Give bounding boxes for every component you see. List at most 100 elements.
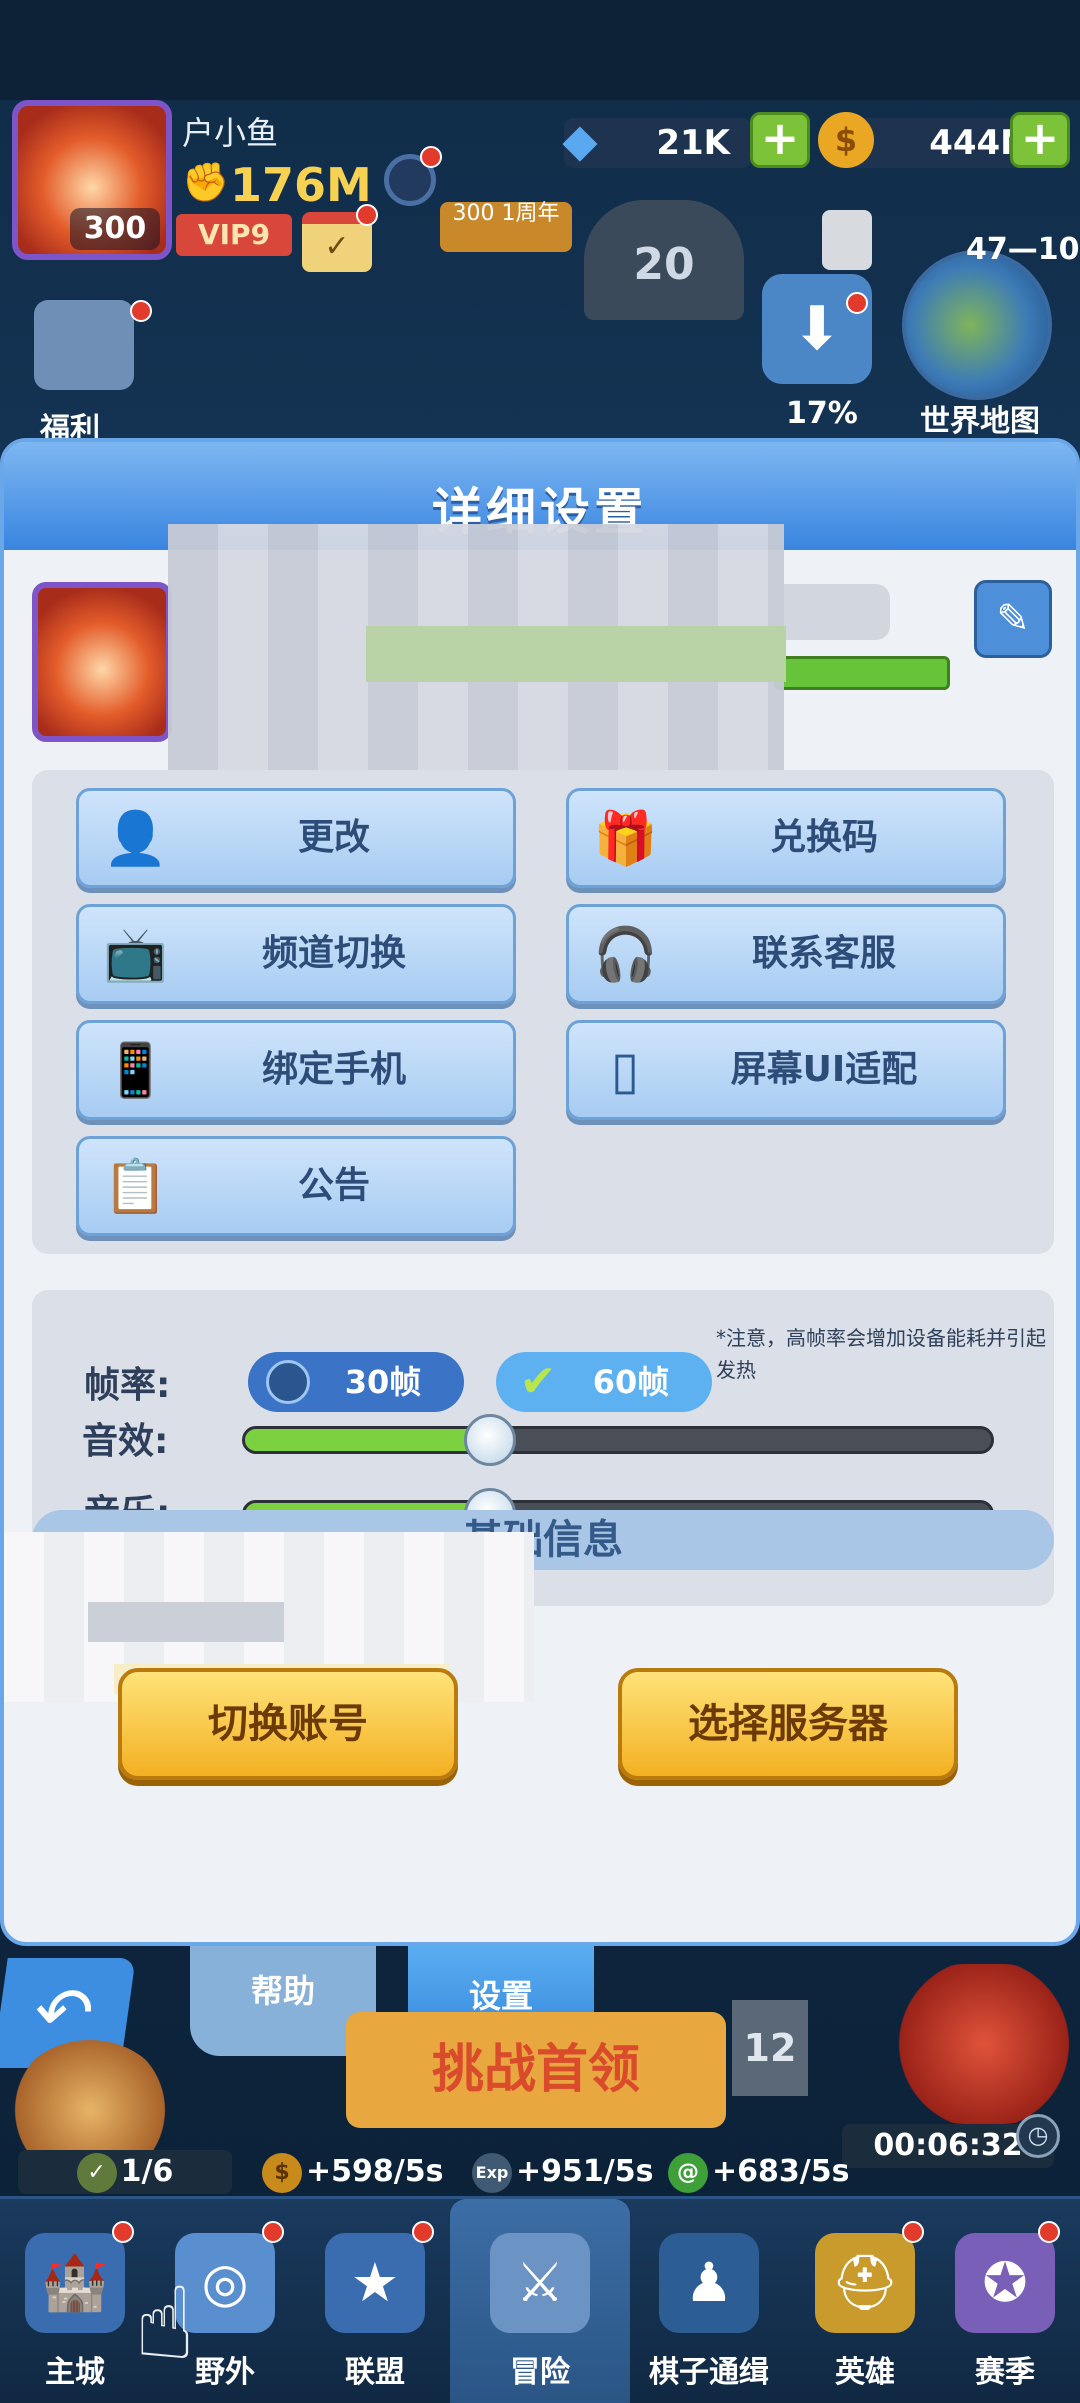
nav-adventure[interactable]: ⚔ 冒险 [450, 2199, 630, 2403]
star-badge-icon: ✪ [955, 2233, 1055, 2333]
phone-icon: 📱 [103, 1041, 168, 1101]
progress-value: 1/6 [120, 2154, 174, 2189]
notification-dot [112, 2221, 134, 2243]
nav-heroes[interactable]: ⛑ 英雄 [790, 2199, 940, 2403]
button-label: 公告 [297, 1165, 370, 1206]
gold-rate: $ +598/5s [262, 2150, 443, 2194]
exp-progress-bar [774, 656, 950, 690]
nav-chess-wanted[interactable]: ♟ 棋子通缉 [634, 2199, 784, 2403]
castle-level-badge[interactable]: 20 [584, 200, 744, 320]
top-hud: 300 户小鱼 ✊ 176M VIP9 ✓ 21K ◆ + 444M $ + 3… [0, 0, 1080, 447]
headset-icon: 🎧 [593, 925, 658, 985]
button-label: 联系客服 [751, 933, 896, 974]
power-value: 176M [230, 158, 372, 212]
nav-label: 英雄 [835, 2355, 895, 2390]
power-fist-icon: ✊ [182, 160, 230, 204]
button-label: 兑换码 [769, 817, 878, 858]
helmet-icon: ⛑ [815, 2233, 915, 2333]
nav-label: 赛季 [975, 2355, 1035, 2390]
nav-label: 冒险 [510, 2355, 570, 2390]
change-button[interactable]: 👤 更改 [76, 788, 516, 888]
fps-60-option[interactable]: ✔ 60帧 [496, 1352, 712, 1412]
notification-dot [130, 300, 152, 322]
person-icon: 👤 [103, 809, 168, 869]
add-gems-button[interactable]: + [750, 112, 810, 168]
nav-alliance[interactable]: ★ 联盟 [300, 2199, 450, 2403]
exp-rate-value: +951/5s [516, 2154, 654, 2189]
world-map-button[interactable] [902, 250, 1052, 400]
nav-label: 棋子通缉 [649, 2355, 769, 2390]
sound-effects-slider[interactable] [242, 1426, 994, 1454]
button-label: 更改 [297, 817, 370, 858]
sound-effects-label: 音效: [82, 1421, 169, 1462]
player-level: 300 [70, 208, 160, 250]
button-label: 屏幕UI适配 [730, 1049, 918, 1090]
select-server-button[interactable]: 选择服务器 [618, 1668, 958, 1780]
status-strip [0, 0, 1080, 100]
gold-coin-icon: $ [262, 2152, 302, 2193]
vip-badge[interactable]: VIP9 [176, 214, 292, 256]
switch-account-button[interactable]: 切换账号 [118, 1668, 458, 1780]
green-rate: @ +683/5s [668, 2150, 849, 2194]
button-label: 频道切换 [261, 933, 406, 974]
notification-dot [412, 2221, 434, 2243]
fps-30-label: 30帧 [344, 1363, 422, 1401]
welfare-button[interactable]: 福利 [34, 300, 144, 447]
tutorial-hand-icon: ☝ [134, 2265, 196, 2382]
gem-icon: ◆ [562, 113, 598, 167]
notification-dot [420, 146, 442, 168]
fps-30-option[interactable]: 30帧 [248, 1352, 464, 1412]
player-name-field [774, 584, 890, 640]
stage-level-badge: 12 [732, 2000, 808, 2096]
exp-icon: Exp [472, 2152, 512, 2193]
notification-dot [846, 292, 868, 314]
lock-icon [822, 210, 872, 270]
tv-icon: 📺 [103, 925, 168, 985]
exp-rate: Exp +951/5s [472, 2150, 653, 2194]
gift-icon: 🎁 [593, 809, 658, 869]
profile-avatar[interactable] [32, 582, 172, 742]
green-swirl-icon: @ [668, 2152, 708, 2193]
screen-adapt-icon: ▯ [610, 1041, 640, 1101]
progress-counter: ✓ 1/6 [18, 2150, 232, 2194]
clipboard-icon: ✓ [76, 2152, 117, 2193]
notification-dot [1038, 2221, 1060, 2243]
world-map-label: 世界地图 [920, 404, 1040, 439]
contact-support-button[interactable]: 🎧 联系客服 [566, 904, 1006, 1004]
framerate-warning: *注意，高帧率会增加设备能耗并引起发热 [716, 1326, 1046, 1382]
add-gold-button[interactable]: + [1010, 112, 1070, 168]
fps-60-label: 60帧 [592, 1363, 670, 1401]
bind-phone-button[interactable]: 📱 绑定手机 [76, 1020, 516, 1120]
notification-dot [902, 2221, 924, 2243]
feather-icon: ✎ [996, 596, 1030, 642]
sword-icon: ⚔ [490, 2233, 590, 2333]
channel-switch-button[interactable]: 📺 频道切换 [76, 904, 516, 1004]
nav-season[interactable]: ✪ 赛季 [930, 2199, 1080, 2403]
nav-label: 联盟 [345, 2355, 405, 2390]
download-icon[interactable]: ⬇ [762, 274, 872, 384]
treasure-chest-icon [34, 300, 134, 390]
announcement-button[interactable]: 📋 公告 [76, 1136, 516, 1236]
clock-icon: ◷ [1016, 2114, 1060, 2158]
sound-slider-knob[interactable] [464, 1414, 517, 1466]
world-level: 47—10 [966, 232, 1080, 267]
edit-name-button[interactable]: ✎ [974, 580, 1052, 658]
redeem-code-button[interactable]: 🎁 兑换码 [566, 788, 1006, 888]
notification-dot [262, 2221, 284, 2243]
challenge-boss-button[interactable]: 挑战首领 [346, 2012, 726, 2128]
framerate-label: 帧率: [84, 1365, 171, 1406]
screen-ui-adapt-button[interactable]: ▯ 屏幕UI适配 [566, 1020, 1006, 1120]
gold-rate-value: +598/5s [306, 2154, 444, 2189]
dragon-treasure-icon[interactable] [894, 1964, 1074, 2124]
green-rate-value: +683/5s [712, 2154, 850, 2189]
button-label: 绑定手机 [261, 1049, 406, 1090]
radio-unselected-icon [266, 1360, 310, 1404]
chess-figure-icon: ♟ [659, 2233, 759, 2333]
notice-board-icon: 📋 [103, 1157, 168, 1217]
anniversary-banner[interactable]: 300 1周年 [440, 202, 572, 252]
sound-fill [245, 1429, 492, 1451]
settings-modal: 详细设置 ✎ 👤 更改 🎁 兑换码 📺 频道切换 🎧 联系客服 📱 绑定手机 ▯… [0, 438, 1080, 1946]
gold-coin-icon: $ [818, 112, 874, 168]
checkmark-icon: ✔ [519, 1356, 557, 1407]
redacted-basic-info [88, 1602, 284, 1642]
